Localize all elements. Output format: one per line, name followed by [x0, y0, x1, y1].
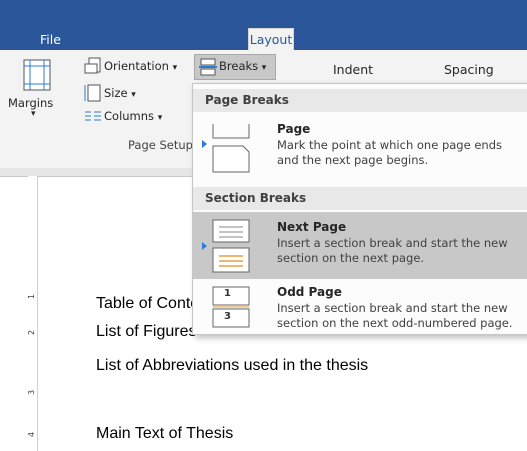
page-setup-group-label: Page Setup	[128, 138, 193, 152]
spacing-label: Spacing	[444, 62, 494, 77]
ruler-mark: 4	[27, 431, 37, 438]
menu-item-next-page-desc: Insert a section break and start the new…	[277, 236, 508, 265]
menu-item-odd-page-desc: Insert a section break and start the new…	[277, 301, 513, 330]
chevron-down-icon: ▾	[131, 90, 136, 100]
orientation-button[interactable]: Orientation ▾	[104, 59, 177, 73]
ruler-mark: 2	[27, 329, 37, 336]
menu-item-odd-page[interactable]: 1 3 Odd Page Insert a section break and …	[193, 281, 527, 333]
selection-marker-icon	[202, 242, 207, 250]
page-break-icon	[209, 120, 253, 180]
odd-page-icon-label-1: 1	[224, 288, 231, 299]
chevron-down-icon: ▾	[172, 63, 178, 73]
selection-marker-icon	[202, 140, 207, 148]
next-page-icon	[211, 218, 251, 278]
margins-button[interactable]: Margins	[8, 96, 53, 110]
menu-item-next-page-title: Next Page	[277, 220, 347, 234]
vertical-ruler[interactable]	[28, 176, 38, 451]
chevron-down-icon: ▾	[157, 113, 163, 123]
menu-item-odd-page-title: Odd Page	[277, 285, 342, 299]
breaks-label: Breaks	[219, 59, 259, 73]
tab-file[interactable]: File	[40, 30, 61, 50]
menu-item-page-title: Page	[277, 122, 311, 136]
menu-item-page[interactable]: Page Mark the point at which one page en…	[193, 116, 527, 178]
breaks-dropdown-menu: Page Breaks Page Mark the point at which…	[192, 83, 527, 335]
doc-line-figures: List of Figures	[96, 323, 197, 340]
menu-item-next-page[interactable]: Next Page Insert a section break and sta…	[193, 212, 527, 279]
doc-line-main-text: Main Text of Thesis	[96, 425, 234, 442]
menu-item-page-desc: Mark the point at which one page ends an…	[277, 138, 502, 167]
columns-icon	[84, 108, 102, 127]
doc-line-abbreviations: List of Abbreviations used in the thesis	[96, 357, 369, 374]
ruler-mark: 1	[27, 293, 37, 300]
chevron-down-icon: ▾	[261, 63, 267, 73]
columns-button[interactable]: Columns ▾	[104, 109, 162, 123]
margins-dropdown-arrow[interactable]: ▾	[31, 109, 36, 119]
breaks-icon	[199, 58, 217, 80]
odd-page-icon-label-3: 3	[224, 311, 231, 322]
size-icon	[84, 84, 102, 106]
page-breaks-header: Page Breaks	[193, 89, 527, 112]
margins-icon[interactable]	[22, 58, 52, 96]
size-button[interactable]: Size ▾	[104, 86, 136, 100]
ruler-mark: 3	[27, 389, 37, 396]
odd-page-icon: 1 3	[211, 285, 251, 329]
tab-layout[interactable]: Layout	[248, 28, 294, 51]
orientation-icon	[84, 57, 102, 79]
orientation-label: Orientation	[104, 59, 169, 73]
columns-label: Columns	[104, 109, 155, 123]
section-breaks-header: Section Breaks	[193, 187, 527, 210]
size-label: Size	[104, 86, 128, 100]
indent-label: Indent	[333, 62, 374, 77]
breaks-button[interactable]: Breaks ▾	[194, 54, 276, 80]
